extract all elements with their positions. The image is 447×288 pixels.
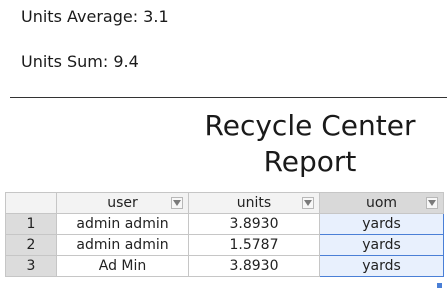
user-cell[interactable]: admin admin xyxy=(56,234,189,256)
filter-dropdown-icon[interactable] xyxy=(171,197,183,209)
grid-header-row: user units uom xyxy=(5,192,444,214)
table-row: 2 admin admin 1.5787 yards xyxy=(5,234,444,256)
report-title-line-1: Recycle Center xyxy=(204,109,416,142)
units-sum-text: Units Sum: 9.4 xyxy=(21,52,139,71)
column-header-label: uom xyxy=(365,195,398,211)
units-cell[interactable]: 3.8930 xyxy=(188,213,320,235)
user-cell[interactable]: admin admin xyxy=(56,213,189,235)
filter-dropdown-icon[interactable] xyxy=(302,197,314,209)
column-header-user[interactable]: user xyxy=(56,192,189,214)
row-header[interactable]: 2 xyxy=(5,234,57,256)
report-title-line-2: Report xyxy=(263,145,357,178)
report-title: Recycle Center Report xyxy=(190,108,430,180)
table-row: 3 Ad Min 3.8930 yards xyxy=(5,255,444,277)
units-average-text: Units Average: 3.1 xyxy=(21,7,169,26)
data-grid: user units uom 1 admin admin 3.8930 yard… xyxy=(5,192,444,277)
filter-dropdown-icon[interactable] xyxy=(426,197,438,209)
units-cell[interactable]: 3.8930 xyxy=(188,255,320,277)
uom-cell[interactable]: yards xyxy=(319,234,444,256)
grid-corner-cell[interactable] xyxy=(5,192,57,214)
column-header-label: user xyxy=(107,195,138,211)
selection-fill-handle[interactable] xyxy=(436,282,443,288)
horizontal-divider xyxy=(10,97,447,98)
column-header-label: units xyxy=(236,195,272,211)
report-page: Units Average: 3.1 Units Sum: 9.4 Recycl… xyxy=(0,0,447,288)
table-row: 1 admin admin 3.8930 yards xyxy=(5,213,444,235)
column-header-units[interactable]: units xyxy=(188,192,320,214)
column-header-uom[interactable]: uom xyxy=(319,192,444,214)
row-header[interactable]: 3 xyxy=(5,255,57,277)
uom-cell[interactable]: yards xyxy=(319,255,444,277)
uom-cell[interactable]: yards xyxy=(319,213,444,235)
units-cell[interactable]: 1.5787 xyxy=(188,234,320,256)
user-cell[interactable]: Ad Min xyxy=(56,255,189,277)
row-header[interactable]: 1 xyxy=(5,213,57,235)
